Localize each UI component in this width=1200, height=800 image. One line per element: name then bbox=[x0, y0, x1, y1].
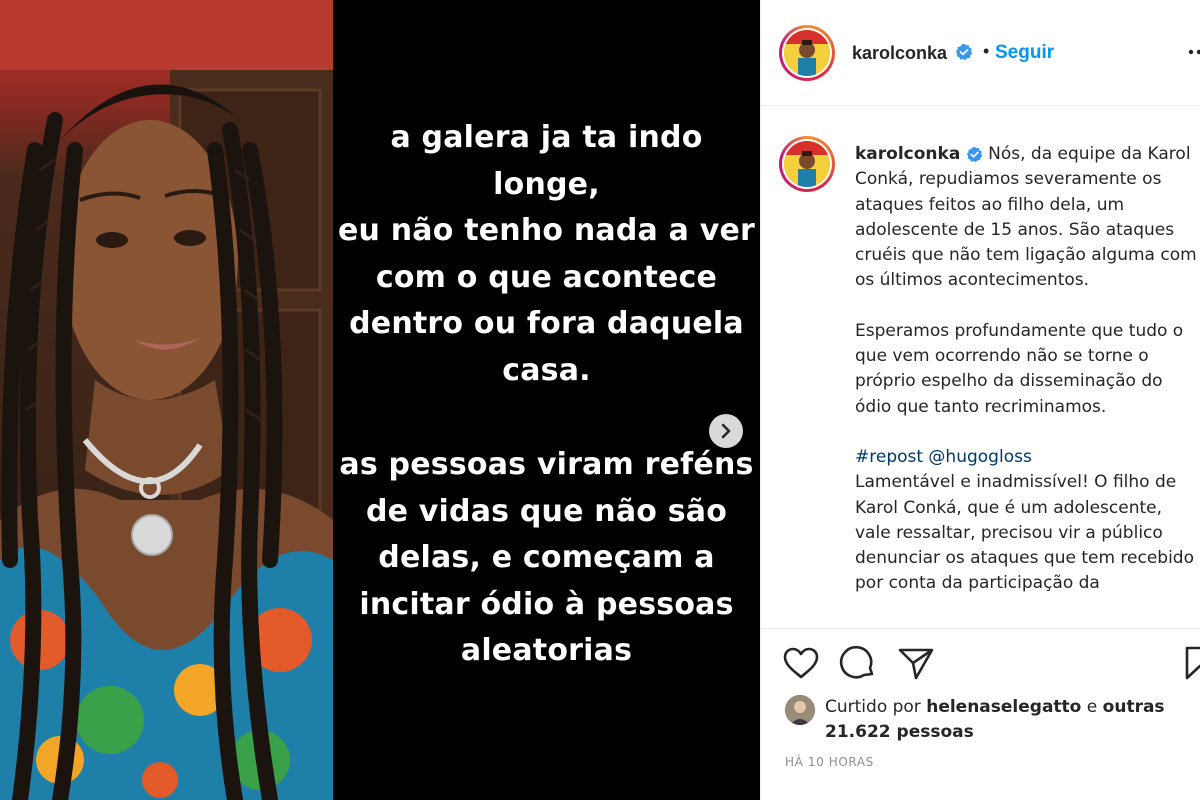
caption-author-avatar[interactable] bbox=[779, 136, 835, 192]
post-media[interactable]: a galera ja ta indo longe, eu não tenho … bbox=[0, 0, 760, 800]
story-line: dentro ou fora daquela bbox=[349, 306, 744, 341]
post-actions: Curtido por helenaselegatto e outras 21.… bbox=[761, 628, 1200, 800]
story-panel: a galera ja ta indo longe, eu não tenho … bbox=[333, 0, 760, 800]
liker-avatar[interactable] bbox=[785, 695, 815, 725]
caption-paragraph-2: Esperamos profundamente que tudo o que v… bbox=[855, 320, 1184, 417]
story-line: com o que acontece bbox=[375, 259, 718, 295]
likes-connector: e bbox=[1086, 697, 1098, 717]
woman-portrait-illustration bbox=[0, 0, 333, 800]
story-line: eu não tenho nada a ver bbox=[337, 213, 755, 248]
story-line: as pessoas viram reféns bbox=[339, 447, 754, 482]
avatar-image bbox=[784, 141, 830, 187]
post-side-panel: karolconka • Seguir karolconka Nós, da e… bbox=[760, 0, 1200, 800]
avatar-image bbox=[784, 30, 830, 76]
bookmark-icon[interactable] bbox=[1183, 645, 1200, 681]
caption-body: Nós, da equipe da Karol Conká, repudiamo… bbox=[855, 144, 1197, 291]
more-options-icon[interactable] bbox=[1181, 40, 1200, 64]
story-line: incitar ódio à pessoas bbox=[359, 586, 734, 622]
story-line: aleatorias bbox=[460, 633, 633, 668]
chevron-right-icon bbox=[721, 423, 731, 439]
comment-icon[interactable] bbox=[839, 645, 877, 681]
verified-badge-icon bbox=[966, 146, 982, 162]
repost-hashtag-link[interactable]: #repost @hugogloss bbox=[855, 445, 1199, 470]
caption-paragraph-1: karolconka Nós, da equipe da Karol Conká… bbox=[855, 142, 1199, 294]
story-line: de vidas que não são bbox=[365, 493, 728, 529]
story-line: delas, e começam a bbox=[378, 540, 715, 575]
caption-username[interactable]: karolconka bbox=[855, 144, 960, 164]
caption-paragraph-3: Lamentável e inadmissível! O filho de Ka… bbox=[855, 472, 1195, 594]
caption-area: karolconka Nós, da equipe da Karol Conká… bbox=[761, 106, 1200, 628]
post-timestamp[interactable]: HÁ 10 HORAS bbox=[785, 755, 874, 769]
likes-text: Curtido por helenaselegatto e outras 21.… bbox=[825, 695, 1195, 745]
story-line: a galera ja ta indo longe, bbox=[390, 120, 703, 202]
liker-username[interactable]: helenaselegatto bbox=[926, 697, 1081, 717]
author-avatar[interactable] bbox=[779, 25, 835, 81]
post-header: karolconka • Seguir bbox=[761, 0, 1200, 106]
separator-dot: • bbox=[983, 41, 990, 61]
verified-badge-icon bbox=[955, 43, 973, 61]
story-text-block-1: a galera ja ta indo longe, eu não tenho … bbox=[333, 115, 760, 394]
next-media-button[interactable] bbox=[709, 414, 743, 448]
likes-prefix: Curtido por bbox=[825, 697, 921, 717]
story-text-block-2: as pessoas viram reféns de vidas que não… bbox=[333, 442, 760, 675]
avatar-image bbox=[785, 695, 815, 725]
heart-icon[interactable] bbox=[782, 645, 820, 681]
story-line: casa. bbox=[502, 352, 591, 388]
paper-plane-icon[interactable] bbox=[897, 645, 935, 681]
post-photo bbox=[0, 0, 333, 800]
author-username[interactable]: karolconka bbox=[852, 43, 947, 64]
follow-button[interactable]: Seguir bbox=[995, 42, 1054, 64]
caption-text: karolconka Nós, da equipe da Karol Conká… bbox=[855, 142, 1199, 597]
